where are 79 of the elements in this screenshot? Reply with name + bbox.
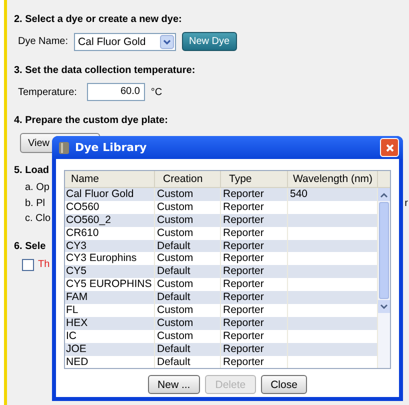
checkbox[interactable] <box>22 258 34 270</box>
table-cell: Custom <box>157 226 194 239</box>
table-cell: CY5 EUROPHINS <box>66 278 152 290</box>
scroll-up-icon[interactable] <box>380 192 388 198</box>
table-row[interactable]: HEX Custom Reporter <box>65 316 378 330</box>
column-header[interactable]: Name <box>65 171 155 187</box>
table-cell: Reporter <box>223 200 264 213</box>
table-cell: Default <box>157 265 190 278</box>
dialog-button[interactable]: Close <box>260 375 308 394</box>
scroll-down-icon[interactable] <box>380 304 388 310</box>
table-cell: Custom <box>157 188 194 200</box>
unit-label: °C <box>150 86 162 98</box>
table-cell: Reporter <box>223 240 264 252</box>
table-cell: CY3 <box>66 240 86 252</box>
table-cell: Custom <box>157 304 194 316</box>
table-cell: Reporter <box>223 291 264 304</box>
table-cell: Default <box>157 356 190 368</box>
table-cell: CO560 <box>66 200 100 213</box>
table-cell: JOE <box>66 342 86 355</box>
table-row[interactable]: JOE Default Reporter <box>65 342 378 356</box>
column-header[interactable]: Wavelength (nm) <box>288 171 378 187</box>
dye-name-dropdown[interactable]: Cal Fluor Gold <box>74 32 176 50</box>
dropdown-caret-icon <box>160 34 174 48</box>
library-icon <box>58 140 70 154</box>
table-cell: Custom <box>157 278 194 290</box>
table-cell: IC <box>66 330 76 342</box>
column-header[interactable]: Creation <box>155 171 221 187</box>
table-cell: Reporter <box>223 356 264 368</box>
table-cell: Custom <box>157 316 194 329</box>
step-heading: 2. Select a dye or create a new dye: <box>14 14 182 25</box>
temperature-field[interactable]: 60.0 <box>86 83 145 101</box>
table-cell: Custom <box>157 214 194 226</box>
table-cell: Reporter <box>223 188 264 200</box>
table-cell: Reporter <box>223 252 264 264</box>
step-heading: 6. Sele <box>14 240 46 252</box>
table-cell: Reporter <box>223 278 264 290</box>
warning-text: Th <box>38 259 50 270</box>
new-dye-button[interactable]: New Dye <box>182 32 237 51</box>
table-cell: CY5 <box>66 265 86 278</box>
table-cell: Reporter <box>223 342 264 355</box>
table-row[interactable]: FAM Default Reporter <box>65 291 378 304</box>
table-cell: Reporter <box>223 316 264 329</box>
table-cell: Reporter <box>223 214 264 226</box>
step-heading: 4. Prepare the custom dye plate: <box>14 115 168 126</box>
instruction-text: a. Op <box>25 182 50 195</box>
table-cell: 540 <box>290 188 308 200</box>
table-cell: Reporter <box>223 330 264 342</box>
instruction-text: c. Clo <box>25 213 51 226</box>
table-cell: Reporter <box>223 304 264 316</box>
table-row[interactable]: CY3 Default Reporter <box>65 240 378 252</box>
table-cell: Default <box>157 342 190 355</box>
temperature-label: Temperature: <box>18 86 77 98</box>
table-cell: NED <box>66 356 88 368</box>
table-row[interactable]: CY5 Default Reporter <box>65 265 378 278</box>
table-cell: HEX <box>66 316 88 329</box>
table-cell: Default <box>157 291 190 304</box>
table-cell: CR610 <box>66 226 99 239</box>
scrollbar[interactable] <box>378 188 390 368</box>
table-cell: Custom <box>157 330 194 342</box>
column-header[interactable]: Type <box>221 171 288 187</box>
dye-name-label: Dye Name: <box>18 36 68 47</box>
table-cell: Reporter <box>223 265 264 278</box>
step-heading: 5. Load <box>14 165 50 176</box>
table-cell: FAM <box>66 291 88 304</box>
instruction-text: b. Pl <box>25 198 46 210</box>
step-heading: 3. Set the data collection temperature: <box>14 65 196 76</box>
table-row[interactable]: CO560_2 Custom Reporter <box>65 214 378 227</box>
table-cell: CY3 Europhins <box>66 252 137 264</box>
table-cell: Cal Fluor Gold <box>66 188 134 200</box>
table-cell: Custom <box>157 252 194 264</box>
close-icon[interactable] <box>380 138 399 157</box>
instruction-text: r <box>404 198 408 208</box>
table-cell: Reporter <box>223 226 264 239</box>
dialog-button[interactable]: New ... <box>148 375 200 394</box>
table-cell: Custom <box>157 200 194 213</box>
table-row[interactable]: Cal Fluor Gold Custom Reporter 540 <box>65 188 378 201</box>
table-cell: Default <box>157 240 190 252</box>
table-cell: CO560_2 <box>66 214 111 226</box>
table-cell: FL <box>66 304 78 316</box>
